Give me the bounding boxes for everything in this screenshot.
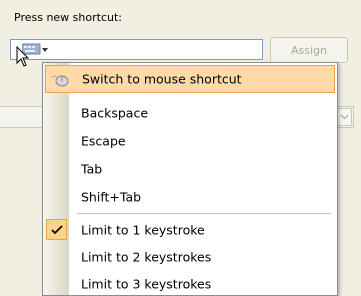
menu-item-label: Limit to 2 keystrokes	[81, 249, 212, 265]
menu-item-label: Shift+Tab	[81, 189, 142, 205]
assign-button[interactable]: Assign	[270, 37, 348, 63]
menu-item-switch-to-mouse[interactable]: Switch to mouse shortcut	[45, 65, 335, 93]
section-label: Press new shortcut:	[14, 11, 122, 24]
chevron-down-icon	[340, 114, 349, 120]
menu-item-label: Limit to 1 keystroke	[81, 222, 205, 238]
mouse-icon	[51, 75, 69, 87]
menu-item-escape[interactable]: Escape	[43, 129, 337, 153]
mouse-pointer-icon	[16, 46, 30, 67]
menu-item-label: Limit to 3 keystrokes	[81, 276, 212, 292]
menu-separator	[77, 213, 331, 214]
menu-item-label: Escape	[81, 133, 126, 149]
menu-item-label: Backspace	[81, 105, 149, 121]
left-dropdown-edge	[0, 106, 44, 128]
menu-item-tab[interactable]: Tab	[43, 157, 337, 181]
menu-item-label: Switch to mouse shortcut	[82, 71, 242, 87]
checkmark-icon	[51, 225, 63, 235]
menu-item-limit-1[interactable]: Limit to 1 keystroke	[43, 218, 337, 242]
menu-item-label: Tab	[81, 161, 103, 177]
menu-item-shift-tab[interactable]: Shift+Tab	[43, 185, 337, 209]
shortcut-context-menu: Switch to mouse shortcut Backspace Escap…	[42, 62, 338, 296]
menu-item-limit-2[interactable]: Limit to 2 keystrokes	[43, 245, 337, 269]
checked-indicator	[46, 219, 67, 240]
menu-item-backspace[interactable]: Backspace	[43, 101, 337, 125]
menu-item-limit-3[interactable]: Limit to 3 keystrokes	[43, 272, 337, 296]
